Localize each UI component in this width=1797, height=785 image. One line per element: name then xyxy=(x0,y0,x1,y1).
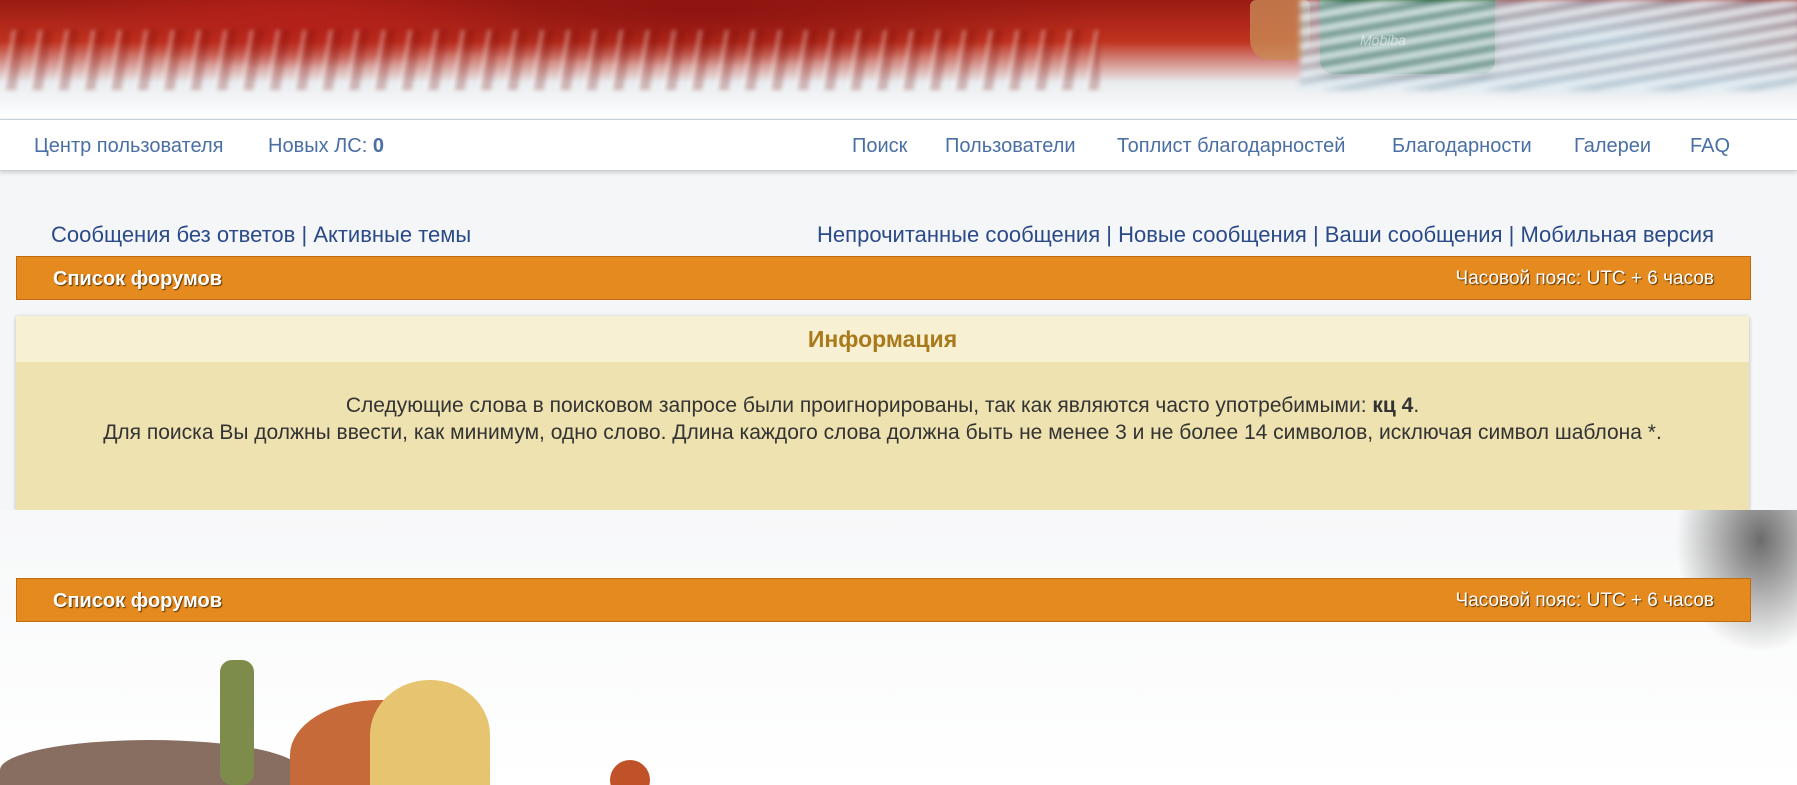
ignored-words-value: кц 4 xyxy=(1372,394,1414,417)
quicklinks-left: Сообщения без ответов | Активные темы xyxy=(51,222,471,248)
galleries-link[interactable]: Галереи xyxy=(1574,135,1651,158)
mobile-version-link[interactable]: Мобильная версия xyxy=(1520,222,1714,247)
active-topics-link[interactable]: Активные темы xyxy=(313,222,471,247)
link-separator: | xyxy=(1312,222,1319,247)
banner-bag-image: Mobiba xyxy=(1320,0,1495,74)
timezone-label: Часовой пояс: UTC + 6 часов xyxy=(1455,268,1714,289)
unanswered-posts-link[interactable]: Сообщения без ответов xyxy=(51,222,295,247)
breadcrumb-bar-top: Список форумов Часовой пояс: UTC + 6 час… xyxy=(16,256,1751,300)
header-banner: Mobiba xyxy=(0,0,1797,118)
ignored-words-text: Следующие слова в поисковом запросе были… xyxy=(345,394,1367,417)
thanks-toplist-link[interactable]: Топлист благодарностей xyxy=(1117,135,1345,158)
info-line-1: Следующие слова в поисковом запросе были… xyxy=(34,392,1731,419)
ignored-words-suffix: . xyxy=(1413,394,1420,417)
faq-link[interactable]: FAQ xyxy=(1690,135,1730,158)
new-pm-label: Новых ЛС: xyxy=(268,135,368,157)
thanks-link[interactable]: Благодарности xyxy=(1392,135,1532,158)
new-pm-count: 0 xyxy=(372,135,384,157)
breadcrumb-bar-bottom: Список форумов Часовой пояс: UTC + 6 час… xyxy=(16,578,1751,622)
link-separator: | xyxy=(1106,222,1112,247)
info-message: Следующие слова в поисковом запросе были… xyxy=(16,362,1749,446)
link-separator: | xyxy=(1508,222,1515,247)
quicklinks-right: Непрочитанные сообщения | Новые сообщени… xyxy=(817,222,1714,248)
members-link[interactable]: Пользователи xyxy=(945,135,1076,158)
link-separator: | xyxy=(301,222,308,247)
search-link[interactable]: Поиск xyxy=(852,135,907,158)
your-posts-link[interactable]: Ваши сообщения xyxy=(1325,222,1503,247)
new-pm-link[interactable]: Новых ЛС: 0 xyxy=(268,135,384,158)
unread-posts-link[interactable]: Непрочитанные сообщения xyxy=(817,222,1100,247)
forum-list-link[interactable]: Список форумов xyxy=(53,590,222,613)
top-navbar: Центр пользователя Новых ЛС: 0 Поиск Пол… xyxy=(0,119,1797,171)
info-title: Информация xyxy=(16,316,1749,362)
info-line-2: Для поиска Вы должны ввести, как минимум… xyxy=(103,421,1662,444)
footer-character-art xyxy=(0,640,720,785)
banner-figure xyxy=(1250,0,1310,60)
timezone-label: Часовой пояс: UTC + 6 часов xyxy=(1455,590,1714,611)
user-center-link[interactable]: Центр пользователя xyxy=(34,135,223,158)
info-panel: Информация Следующие слова в поисковом з… xyxy=(16,316,1749,510)
forum-list-link[interactable]: Список форумов xyxy=(53,268,222,291)
banner-brand-logo: Mobiba xyxy=(1360,32,1406,48)
new-posts-link[interactable]: Новые сообщения xyxy=(1118,222,1307,247)
